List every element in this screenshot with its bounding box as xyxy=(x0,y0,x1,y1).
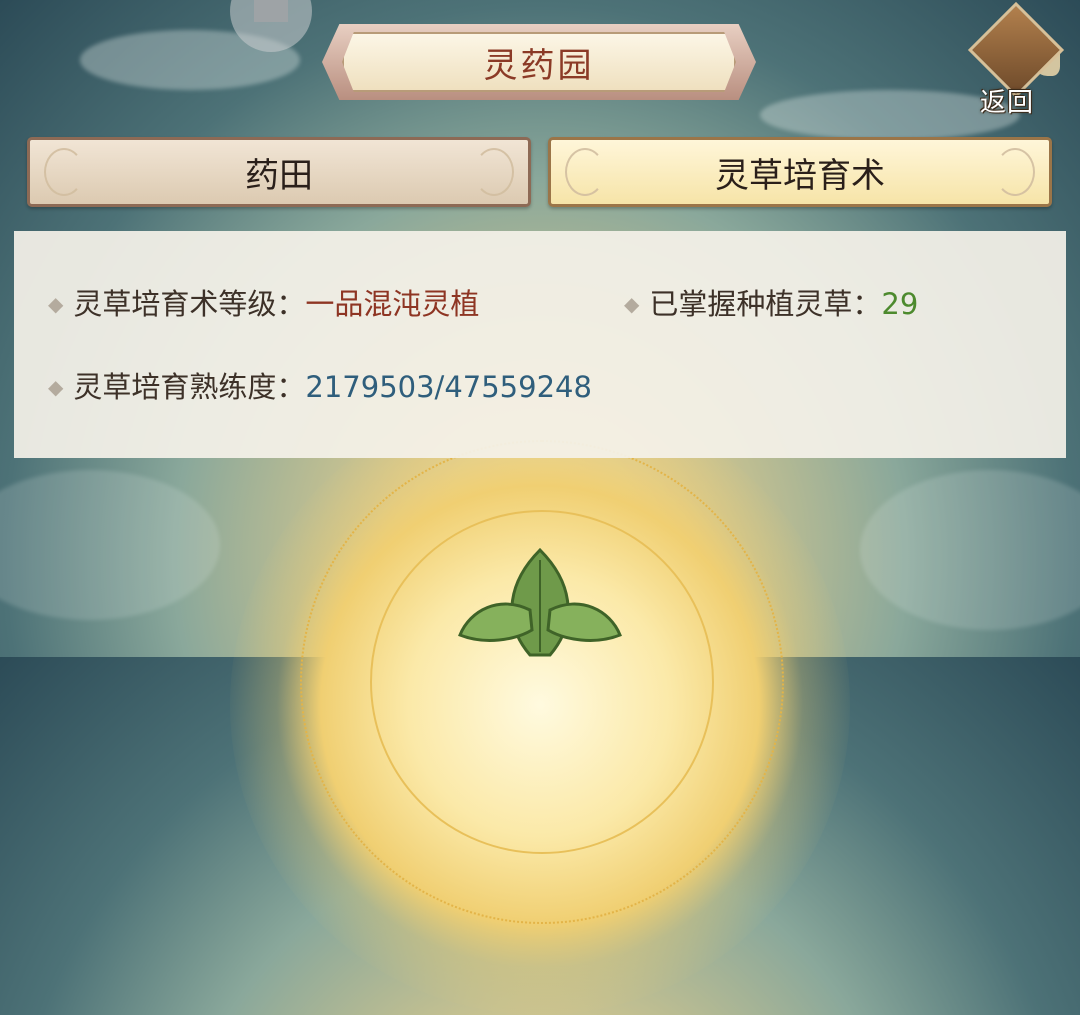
herb-leaf-icon[interactable] xyxy=(440,540,640,664)
tab-ornament xyxy=(474,148,514,196)
background-cloud xyxy=(0,470,220,620)
proficiency-value: 2179503/47559248 xyxy=(305,370,592,404)
level-label: 灵草培育术等级： xyxy=(73,287,306,321)
diamond-bullet-icon: ◆ xyxy=(48,292,64,316)
level-row: ◆ 灵草培育术等级：一品混沌灵植 xyxy=(48,281,479,323)
diamond-bullet-icon: ◆ xyxy=(624,292,640,316)
back-button-label: 返回 xyxy=(980,88,1035,118)
background-cloud xyxy=(860,470,1080,630)
tab-ornament xyxy=(565,148,605,196)
diamond-bullet-icon: ◆ xyxy=(48,375,64,399)
cultivation-info-panel: ◆ 灵草培育术等级：一品混沌灵植 ◆ 已掌握种植灵草：29 ◆ 灵草培育熟练度：217… xyxy=(14,231,1066,458)
level-value: 一品混沌灵植 xyxy=(305,287,480,321)
tab-herb-field[interactable]: 药田 xyxy=(27,137,531,207)
proficiency-row: ◆ 灵草培育熟练度：2179503/47559248 xyxy=(48,364,592,406)
tab-ornament xyxy=(44,148,84,196)
tab-herb-field-label: 药田 xyxy=(245,155,313,196)
proficiency-label: 灵草培育熟练度： xyxy=(73,370,306,404)
tab-herb-cultivation-label: 灵草培育术 xyxy=(715,155,885,196)
mastered-row: ◆ 已掌握种植灵草：29 xyxy=(624,281,918,323)
back-button[interactable]: 返回 xyxy=(966,1,1065,118)
page-title-text: 灵药园 xyxy=(483,45,595,86)
tab-ornament xyxy=(995,148,1035,196)
tab-herb-cultivation[interactable]: 灵草培育术 xyxy=(548,137,1052,207)
page-title: 灵药园 xyxy=(322,24,756,100)
mastered-label: 已掌握种植灵草： xyxy=(649,287,882,321)
mastered-value: 29 xyxy=(881,287,919,321)
